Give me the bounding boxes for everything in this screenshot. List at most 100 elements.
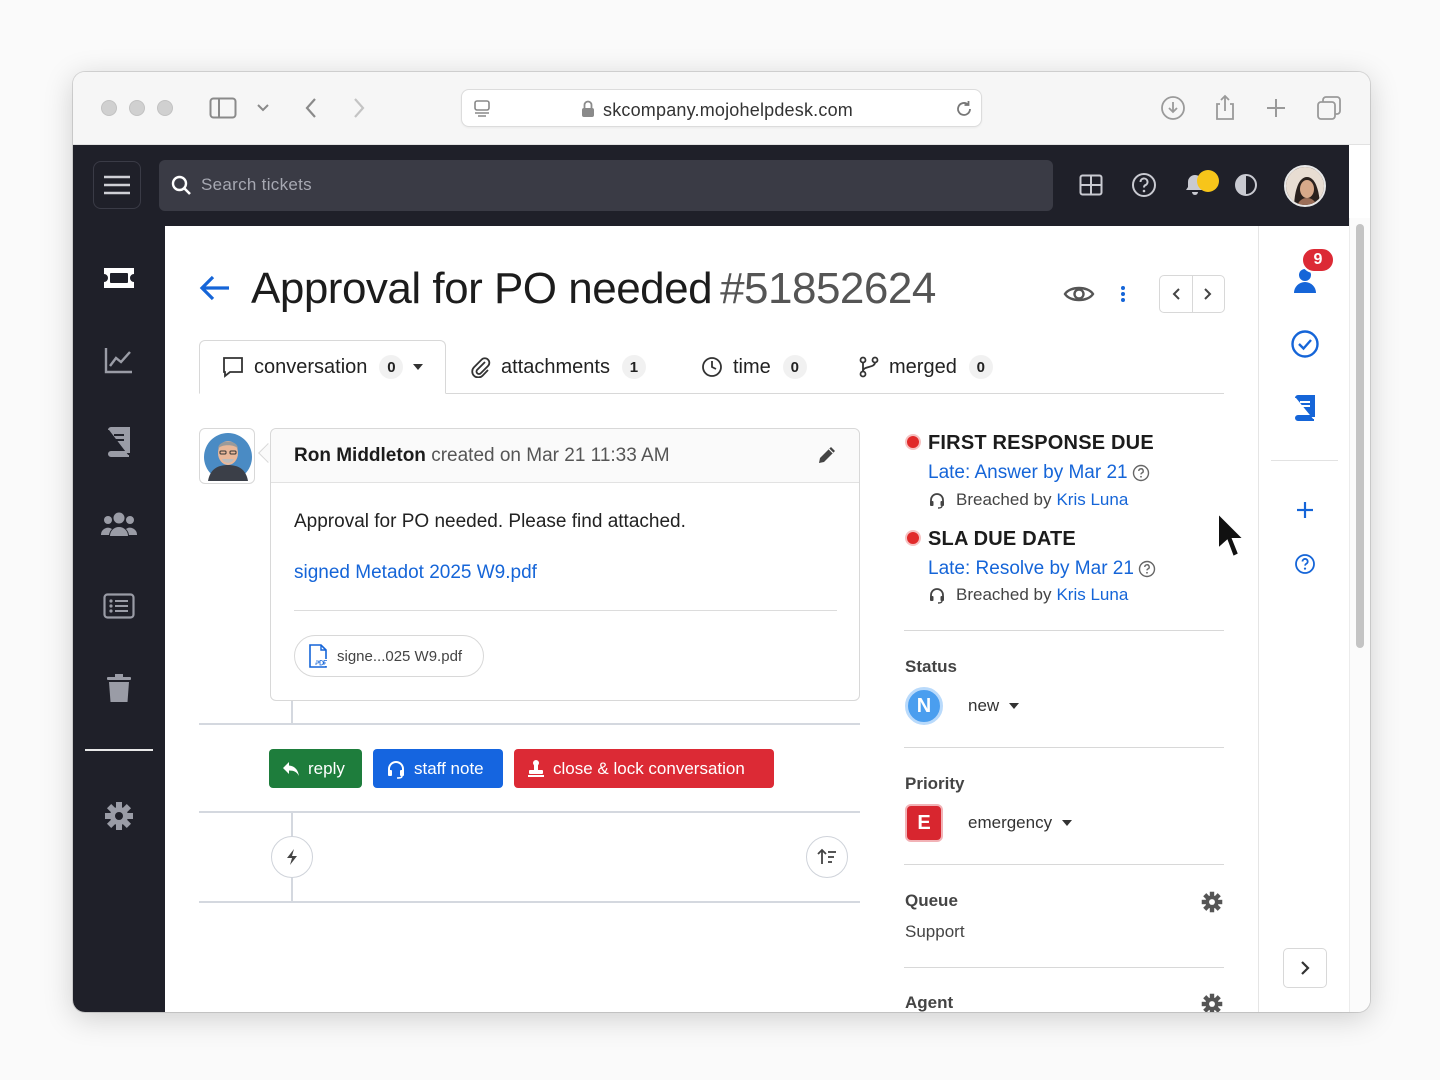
tab-merged[interactable]: merged 0: [859, 340, 993, 394]
nav-settings-gear-icon[interactable]: [99, 796, 139, 836]
headset-icon: [386, 759, 406, 779]
question-circle-icon[interactable]: [1138, 560, 1156, 578]
minimize-window-icon[interactable]: [129, 100, 145, 116]
menu-button[interactable]: [93, 161, 141, 209]
back-arrow-icon[interactable]: [197, 270, 233, 306]
close-lock-conversation-button[interactable]: close & lock conversation: [514, 749, 774, 788]
help-icon[interactable]: [1126, 167, 1162, 203]
status-value: new: [968, 696, 1000, 715]
chevron-right-icon: [1301, 961, 1310, 975]
notifications-bell-icon[interactable]: [1177, 167, 1219, 203]
reload-icon[interactable]: [954, 99, 974, 119]
attachment-chip-label: signe...025 W9.pdf: [337, 647, 463, 665]
sla-due-date-late[interactable]: Late: Resolve by Mar 21: [928, 558, 1156, 580]
url-text: skcompany.mojohelpdesk.com: [603, 100, 853, 120]
sla-breach-agent-link[interactable]: Kris Luna: [1056, 585, 1128, 605]
close-window-icon[interactable]: [101, 100, 117, 116]
attachment-link[interactable]: signed Metadot 2025 W9.pdf: [294, 562, 537, 584]
address-bar[interactable]: skcompany.mojohelpdesk.com: [461, 89, 982, 127]
ticket-title: Approval for PO needed: [251, 264, 713, 313]
sla-breach-agent-link[interactable]: Kris Luna: [1056, 490, 1128, 510]
message-author-avatar: [199, 428, 255, 484]
knowledge-book-icon[interactable]: [1287, 390, 1323, 426]
paperclip-icon: [471, 356, 491, 378]
zoom-window-icon[interactable]: [157, 100, 173, 116]
caret-down-icon: [1062, 820, 1073, 826]
scrollbar-thumb[interactable]: [1356, 224, 1364, 648]
tab-overview-icon[interactable]: [1313, 92, 1345, 124]
message-header: Ron Middleton created on Mar 21 11:33 AM: [271, 429, 859, 483]
helpdesk-app: Search tickets Approval for PO needed #5…: [73, 145, 1370, 1012]
sidebar-toggle-icon[interactable]: [207, 92, 239, 124]
sla-first-response-late[interactable]: Late: Answer by Mar 21: [928, 462, 1150, 484]
add-plus-icon[interactable]: [1287, 492, 1323, 528]
apps-grid-icon[interactable]: [1073, 167, 1109, 203]
sla-late-text: Late: Answer by Mar 21: [928, 462, 1128, 483]
message-body: Approval for PO needed. Please find atta…: [294, 511, 686, 532]
side-divider: [904, 630, 1224, 631]
browser-back-icon[interactable]: [295, 92, 327, 124]
browser-window: skcompany.mojohelpdesk.com Search ticket…: [73, 72, 1370, 1012]
nav-tickets-icon[interactable]: [99, 258, 139, 298]
nav-list-icon[interactable]: [99, 586, 139, 626]
queue-value: Support: [905, 922, 965, 941]
priority-dropdown[interactable]: emergency: [968, 813, 1073, 833]
message-author[interactable]: Ron Middleton: [294, 445, 426, 466]
message-separator: [294, 610, 837, 611]
caret-down-icon[interactable]: [413, 364, 424, 370]
tab-label: time: [733, 355, 771, 378]
nav-users-icon[interactable]: [99, 504, 139, 544]
status-dropdown[interactable]: new: [968, 696, 1020, 716]
watch-eye-icon[interactable]: [1061, 276, 1097, 312]
reply-button[interactable]: reply: [269, 749, 362, 788]
page-scrollbar[interactable]: [1349, 218, 1370, 1012]
tab-attachments[interactable]: attachments 1: [471, 340, 646, 394]
rail-divider: [1271, 460, 1338, 461]
tab-conversation[interactable]: conversation 0: [199, 340, 447, 394]
page-menu-icon[interactable]: [472, 98, 492, 118]
browser-forward-icon[interactable]: [343, 92, 375, 124]
merge-branch-icon: [859, 356, 879, 378]
timeline-connector: [291, 701, 293, 725]
tasks-check-icon[interactable]: [1287, 326, 1323, 362]
question-circle-icon[interactable]: [1132, 464, 1150, 482]
agent-settings-gear-icon[interactable]: [1201, 993, 1223, 1012]
tab-label: conversation: [254, 355, 368, 378]
nav-trash-icon[interactable]: [99, 668, 139, 708]
priority-label: Priority: [905, 774, 965, 793]
downloads-icon[interactable]: [1157, 92, 1189, 124]
search-input[interactable]: Search tickets: [159, 160, 1053, 211]
attachment-chip[interactable]: signe...025 W9.pdf: [294, 635, 484, 677]
queue-settings-gear-icon[interactable]: [1201, 891, 1223, 913]
nav-analytics-icon[interactable]: [99, 340, 139, 380]
nav-knowledge-base-icon[interactable]: [99, 422, 139, 462]
theme-toggle-icon[interactable]: [1228, 167, 1264, 203]
notification-count-badge: 9: [1301, 247, 1335, 273]
tab-time[interactable]: time 0: [701, 340, 807, 394]
sort-order-button[interactable]: [806, 836, 848, 878]
edit-pencil-icon[interactable]: [815, 443, 839, 467]
close-lock-label: close & lock conversation: [553, 758, 745, 778]
tab-count: 1: [621, 355, 646, 379]
sla-alert-dot: [905, 434, 921, 450]
status-label: Status: [905, 657, 957, 676]
app-topbar: Search tickets: [73, 145, 1349, 226]
pdf-file-icon: [309, 644, 328, 668]
new-tab-icon[interactable]: [1260, 92, 1292, 124]
automation-bolt-button[interactable]: [271, 836, 313, 878]
ticket-pager: [1159, 275, 1225, 313]
staff-note-button[interactable]: staff note: [373, 749, 503, 788]
expand-panel-button[interactable]: [1283, 948, 1327, 988]
chevron-down-icon[interactable]: [247, 92, 279, 124]
priority-value: emergency: [968, 813, 1053, 832]
share-icon[interactable]: [1209, 92, 1241, 124]
sla-breach-prefix: Breached by: [956, 585, 1052, 604]
user-avatar[interactable]: [1284, 165, 1326, 207]
more-options-icon[interactable]: [1105, 276, 1141, 312]
next-ticket-icon[interactable]: [1193, 276, 1225, 312]
previous-ticket-icon[interactable]: [1160, 276, 1193, 312]
rail-help-icon[interactable]: [1287, 546, 1323, 582]
stamp-icon: [527, 759, 545, 779]
staff-note-label: staff note: [414, 758, 484, 778]
headset-icon: [930, 493, 944, 509]
